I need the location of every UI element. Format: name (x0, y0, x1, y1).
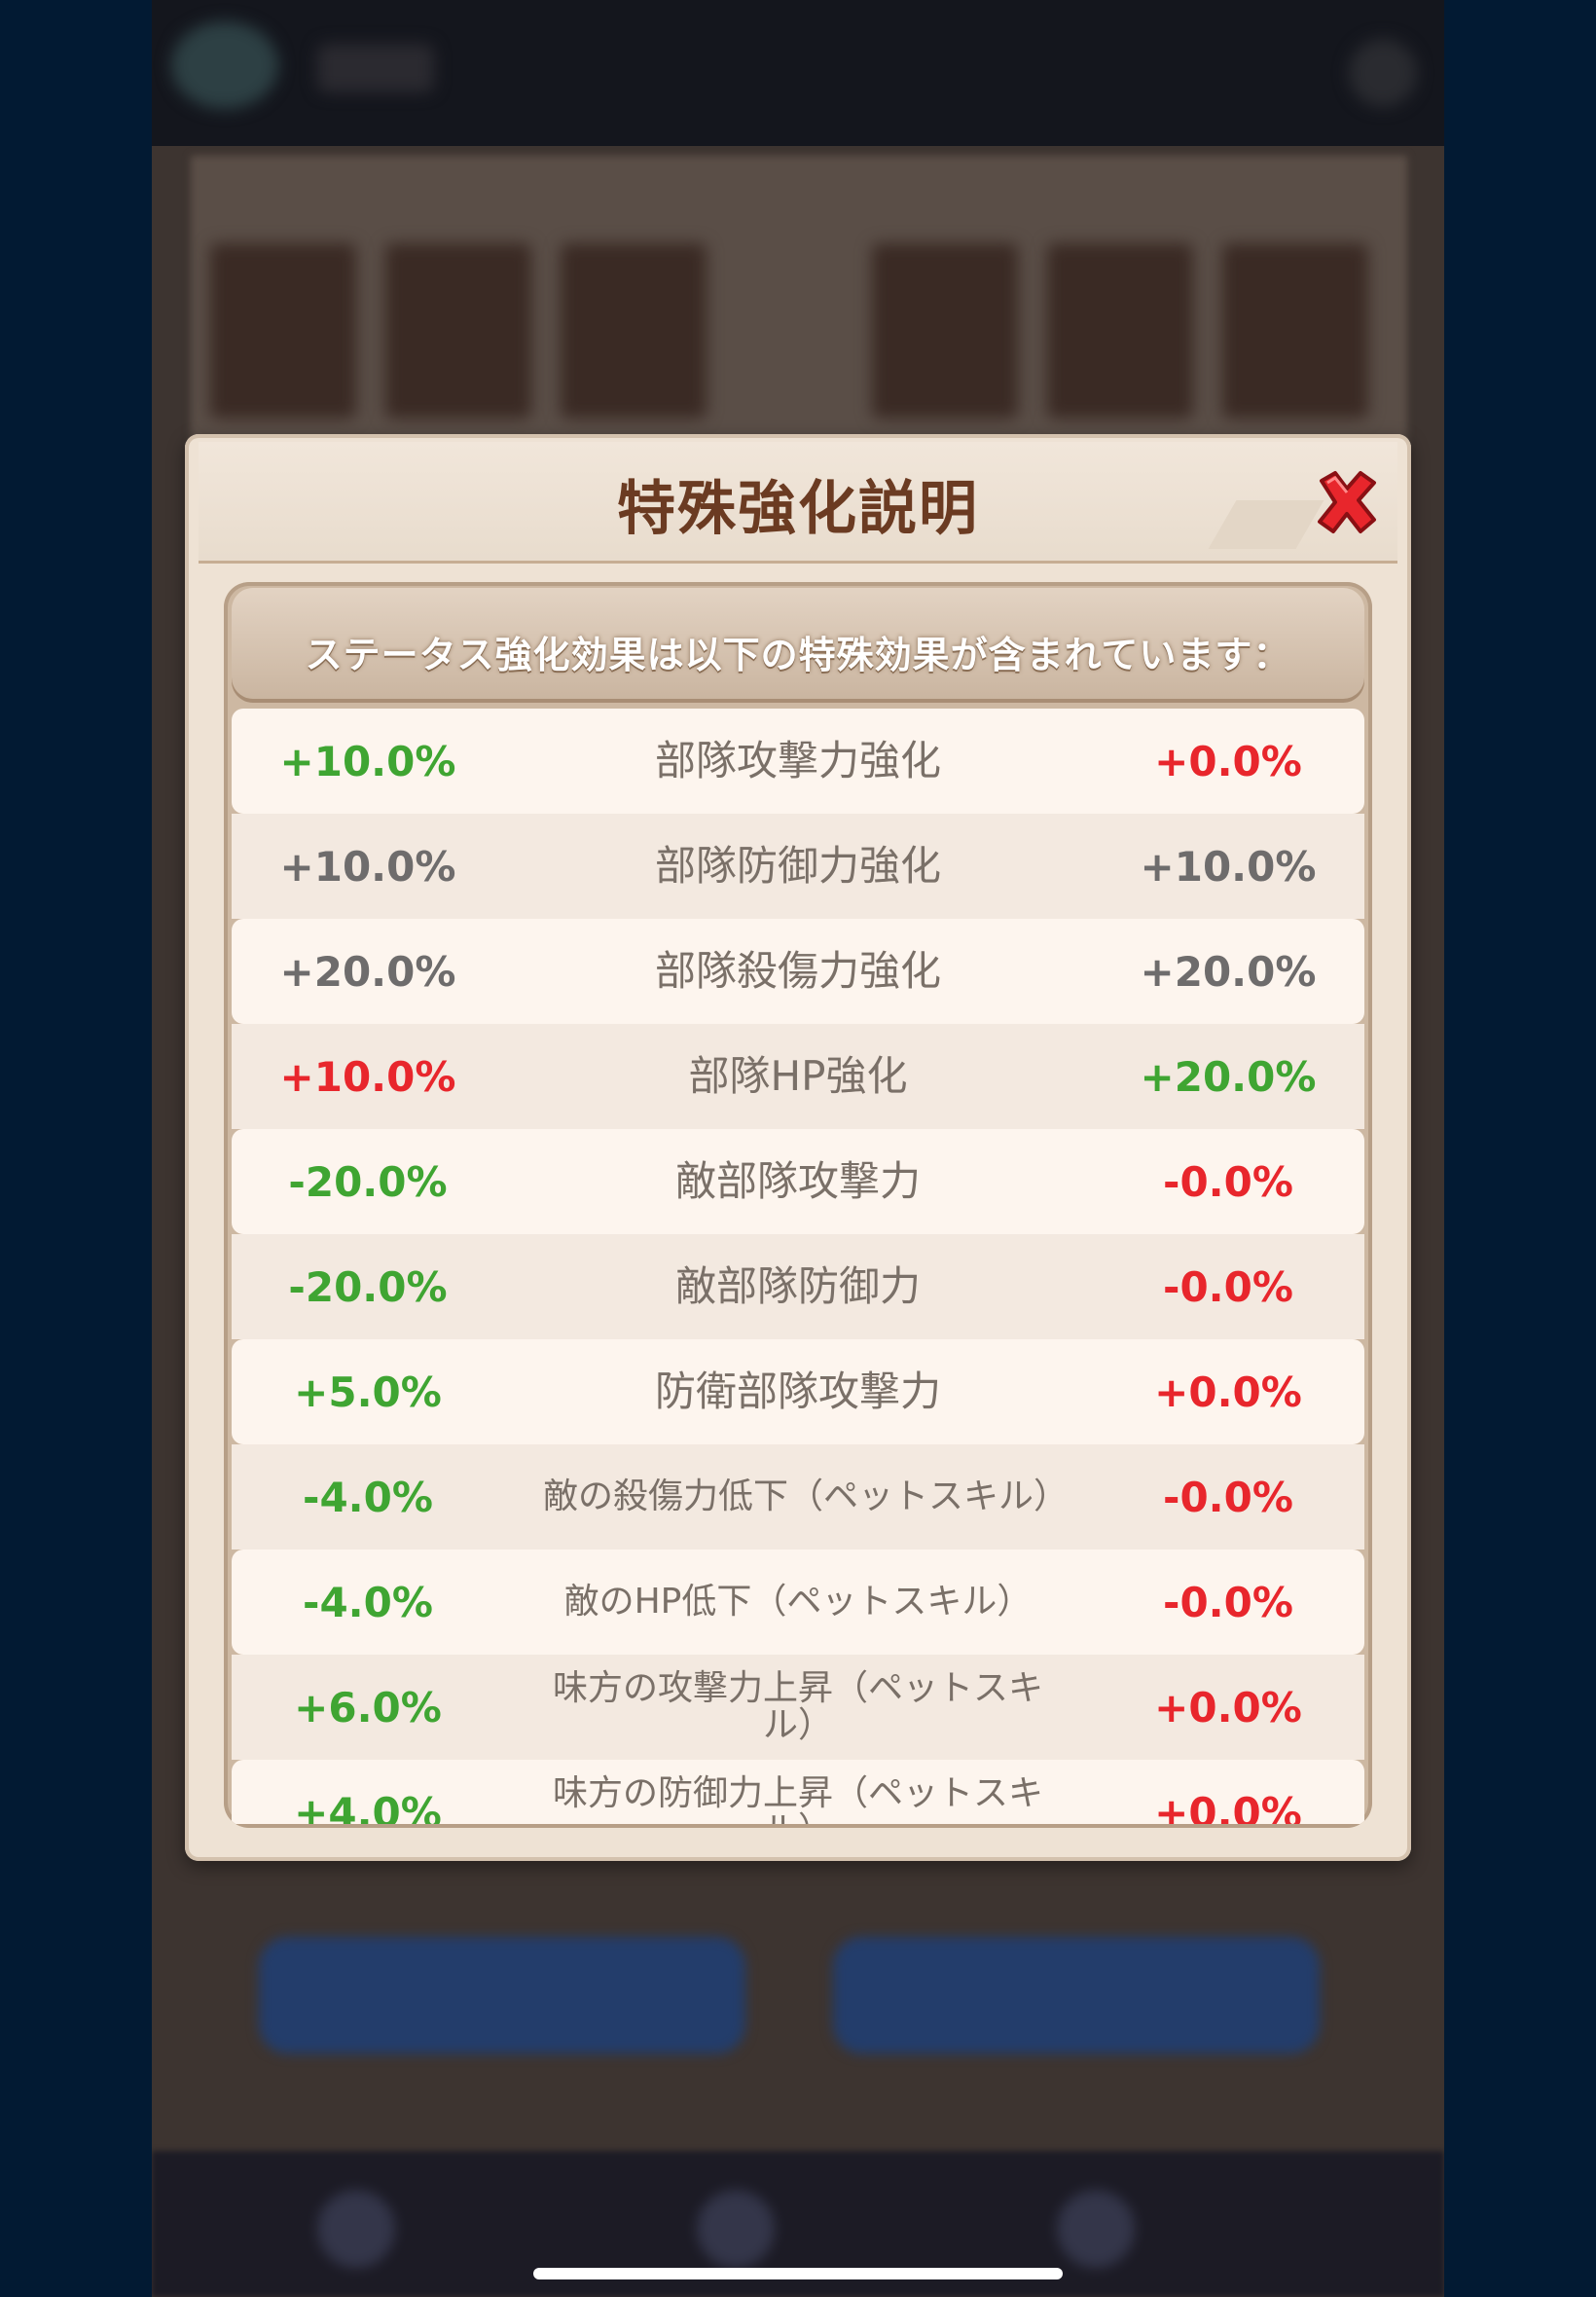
nav-icon (1057, 2190, 1135, 2268)
effect-value-right: +0.0% (1154, 1683, 1302, 1732)
hero-card (210, 243, 356, 419)
effect-value-left: +4.0% (294, 1788, 442, 1825)
effect-value-left: +10.0% (279, 1052, 456, 1101)
game-button-right (833, 1937, 1320, 2054)
effect-label: 敵の殺傷力低下（ペットスキル） (543, 1477, 1070, 1517)
nav-icon (317, 2190, 395, 2268)
hero-card (1222, 243, 1368, 419)
close-button[interactable] (1308, 463, 1386, 541)
effect-row: -4.0% 敵のHP低下（ペットスキル） -0.0% (232, 1550, 1364, 1655)
effect-value-left: -4.0% (303, 1473, 433, 1521)
effect-row: +6.0% 味方の攻撃力上昇（ペットスキル） +0.0% (232, 1655, 1364, 1760)
special-enhancement-modal: 特殊強化説明 ステータス強化効果は以下の特殊効果が含まれています： +10.0%… (185, 434, 1411, 1861)
close-x-icon (1318, 471, 1376, 533)
effect-value-right: -0.0% (1163, 1262, 1293, 1311)
effect-label: 部隊攻撃力強化 (654, 736, 941, 784)
nav-icon (697, 2190, 775, 2268)
effect-value-right: +0.0% (1154, 737, 1302, 785)
effect-row: +4.0% 味方の防御力上昇（ペットスキル） +0.0% (232, 1760, 1364, 1824)
effect-row: -4.0% 敵の殺傷力低下（ペットスキル） -0.0% (232, 1444, 1364, 1550)
effect-value-left: +6.0% (294, 1683, 442, 1732)
content-subtitle: ステータス強化効果は以下の特殊効果が含まれています： (305, 634, 1291, 676)
effect-value-right: +0.0% (1154, 1788, 1302, 1825)
avatar (171, 21, 278, 109)
hero-card (385, 243, 531, 419)
effect-value-left: -4.0% (303, 1578, 433, 1626)
hero-card (561, 243, 707, 419)
effect-value-left: -20.0% (288, 1157, 448, 1206)
effect-label: 味方の防御力上昇（ペットスキル） (552, 1773, 1043, 1824)
effect-label: 敵部隊攻撃力 (674, 1156, 921, 1205)
effect-value-left: +10.0% (279, 842, 456, 891)
modal-title: 特殊強化説明 (617, 475, 979, 543)
effect-value-right: +0.0% (1154, 1367, 1302, 1416)
effect-value-right: -0.0% (1163, 1578, 1293, 1626)
effect-row: +10.0% 部隊攻撃力強化 +0.0% (232, 709, 1364, 814)
effect-label: 敵部隊防御力 (674, 1261, 921, 1310)
effect-value-right: -0.0% (1163, 1157, 1293, 1206)
effect-label: 防衛部隊攻撃力 (654, 1367, 941, 1415)
effect-row: +20.0% 部隊殺傷力強化 +20.0% (232, 919, 1364, 1024)
effect-label: 部隊防御力強化 (654, 841, 941, 890)
effect-row: -20.0% 敵部隊防御力 -0.0% (232, 1234, 1364, 1339)
effect-value-right: +20.0% (1140, 1052, 1317, 1101)
effect-label: 部隊殺傷力強化 (654, 946, 941, 995)
hero-card (872, 243, 1018, 419)
effect-row: -20.0% 敵部隊攻撃力 -0.0% (232, 1129, 1364, 1234)
effect-value-left: +10.0% (279, 737, 456, 785)
effect-row: +10.0% 部隊防御力強化 +10.0% (232, 814, 1364, 919)
effect-value-right: +20.0% (1140, 947, 1317, 996)
effect-label: 敵のHP低下（ペットスキル） (563, 1582, 1033, 1622)
effect-value-right: +10.0% (1140, 842, 1317, 891)
hero-card (1047, 243, 1193, 419)
effect-label: 部隊HP強化 (688, 1051, 908, 1100)
effect-value-left: -20.0% (288, 1262, 448, 1311)
content-header: ステータス強化効果は以下の特殊効果が含まれています： (232, 588, 1364, 703)
menu-icon (1349, 39, 1417, 107)
effect-row: +5.0% 防衛部隊攻撃力 +0.0% (232, 1339, 1364, 1444)
effect-label: 味方の攻撃力上昇（ペットスキル） (552, 1668, 1043, 1745)
game-top-bar (152, 0, 1444, 146)
effect-row: +10.0% 部隊HP強化 +20.0% (232, 1024, 1364, 1129)
home-indicator[interactable] (533, 2268, 1063, 2279)
modal-header: 特殊強化説明 (199, 442, 1397, 564)
game-top-label (317, 44, 434, 92)
effects-list[interactable]: +10.0% 部隊攻撃力強化 +0.0% +10.0% 部隊防御力強化 +10.0% +20… (232, 709, 1364, 1824)
content-frame: ステータス強化効果は以下の特殊効果が含まれています： +10.0% 部隊攻撃力強化… (224, 582, 1372, 1828)
effect-value-right: -0.0% (1163, 1473, 1293, 1521)
game-button-left (259, 1937, 745, 2054)
effect-value-left: +5.0% (294, 1367, 442, 1416)
effect-value-left: +20.0% (279, 947, 456, 996)
